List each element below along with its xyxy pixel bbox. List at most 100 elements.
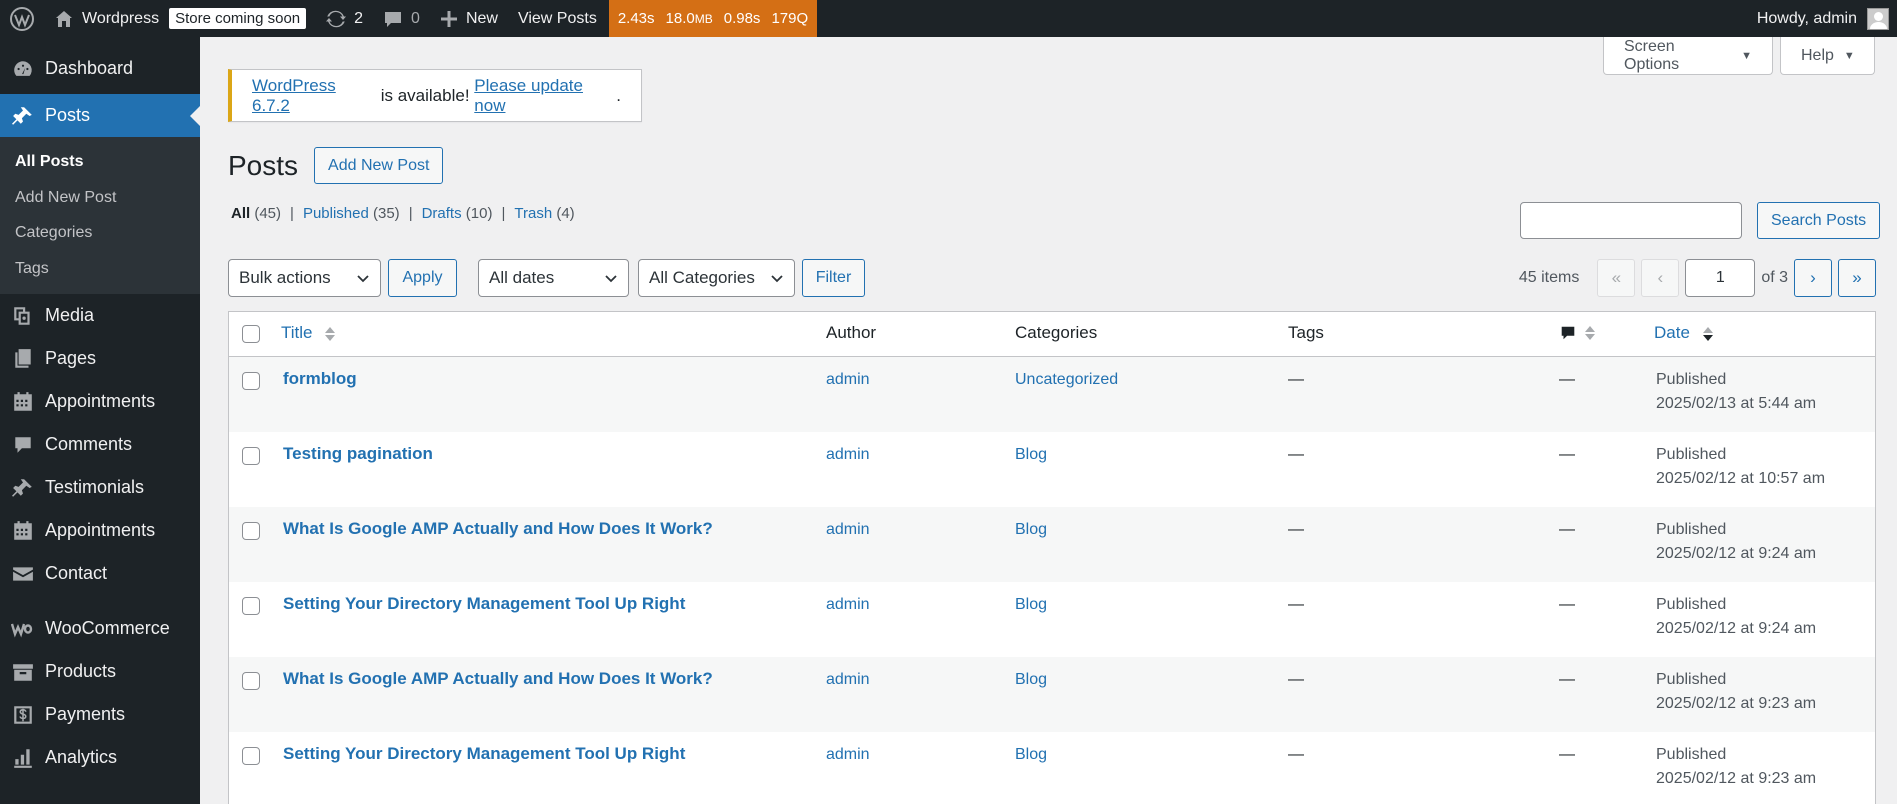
chevron-down-icon [357,275,369,283]
date-cell: Published 2025/02/12 at 9:24 am [1656,596,1817,637]
category-link[interactable]: Blog [1015,596,1047,614]
author-link[interactable]: admin [826,446,870,464]
wordpress-logo-icon[interactable] [0,0,44,37]
my-account[interactable]: Howdy, admin [1757,0,1897,37]
items-count: 45 items [1518,269,1580,286]
status-filters: All (45) | Published (35) | Drafts (10) … [231,205,575,222]
next-page-button[interactable]: › [1794,259,1832,297]
update-now-link[interactable]: Please update now [474,76,616,116]
menu-pages[interactable]: Pages [0,337,200,380]
author-link[interactable]: admin [826,596,870,614]
new-content-link[interactable]: New [430,0,508,37]
filter-drafts[interactable]: Drafts [422,205,462,222]
category-link[interactable]: Uncategorized [1015,371,1118,389]
filter-button[interactable]: Filter [802,259,865,297]
filter-trash[interactable]: Trash [514,205,552,222]
calendar-icon [10,518,35,543]
filter-all[interactable]: All [231,205,250,222]
bulk-actions-value: Bulk actions [239,268,331,287]
store-coming-soon-badge[interactable]: Store coming soon [169,8,307,29]
column-comments[interactable] [1559,324,1595,342]
screen-options-button[interactable]: Screen Options ▼ [1603,37,1773,75]
row-checkbox[interactable] [242,447,260,465]
current-page-input[interactable]: 1 [1685,259,1756,297]
post-title-link[interactable]: Testing pagination [283,444,433,464]
caret-down-icon: ▼ [1843,49,1855,62]
category-link[interactable]: Blog [1015,521,1047,539]
author-link[interactable]: admin [826,671,870,689]
site-name: Wordpress [82,9,160,27]
table-row: Testing pagination admin Blog — — Publis… [229,432,1875,507]
row-checkbox[interactable] [242,747,260,765]
column-date[interactable]: Date [1654,323,1713,343]
site-name-link[interactable]: Wordpress Store coming soon [44,0,316,37]
menu-products[interactable]: Products [0,650,200,693]
search-input[interactable] [1520,202,1742,239]
category-link[interactable]: Blog [1015,746,1047,764]
submenu-categories[interactable]: Categories [0,215,200,251]
row-checkbox[interactable] [242,597,260,615]
filter-published-count: (35) [373,205,400,222]
row-checkbox[interactable] [242,672,260,690]
menu-label: Appointments [45,391,156,411]
version-link[interactable]: WordPress 6.7.2 [252,76,376,116]
comments-link[interactable]: 0 [373,0,430,37]
comments-value: — [1559,521,1575,538]
filter-all-count: (45) [254,205,282,222]
sort-icon [325,326,336,341]
comment-icon [383,9,403,29]
author-link[interactable]: admin [826,521,870,539]
post-title-link[interactable]: What Is Google AMP Actually and How Does… [283,669,713,689]
select-all-checkbox[interactable] [242,325,260,343]
main-content: Screen Options ▼ Help ▼ WordPress 6.7.2 … [200,37,1897,804]
perf-time: 2.43s [617,10,655,27]
avatar [1867,7,1889,30]
menu-label: Appointments [45,520,156,540]
post-title-link[interactable]: Setting Your Directory Management Tool U… [283,594,685,614]
updates-link[interactable]: 2 [316,0,373,37]
categories-value: All Categories [649,268,755,287]
menu-comments[interactable]: Comments [0,423,200,466]
categories-select[interactable]: All Categories [638,259,795,297]
tags-value: — [1288,671,1304,688]
menu-contact[interactable]: Contact [0,552,200,595]
apply-button[interactable]: Apply [388,259,457,297]
column-title[interactable]: Title [281,323,336,343]
calendar-icon [10,389,35,414]
menu-testimonials[interactable]: Testimonials [0,466,200,509]
menu-woocommerce[interactable]: WooCommerce [0,607,200,650]
date-cell: Published 2025/02/12 at 9:23 am [1656,746,1817,787]
help-button[interactable]: Help ▼ [1780,37,1875,75]
author-link[interactable]: admin [826,371,870,389]
post-title-link[interactable]: Setting Your Directory Management Tool U… [283,744,685,764]
query-monitor-stats[interactable]: 2.43s 18.0MB 0.98s 179Q [608,0,818,37]
menu-payments[interactable]: Payments [0,693,200,736]
row-checkbox[interactable] [242,522,260,540]
filter-published[interactable]: Published [303,205,369,222]
post-title-link[interactable]: What Is Google AMP Actually and How Does… [283,519,713,539]
last-page-button[interactable]: » [1838,259,1876,297]
category-link[interactable]: Blog [1015,446,1047,464]
row-checkbox[interactable] [242,372,260,390]
menu-analytics[interactable]: Analytics [0,736,200,779]
search-posts-button[interactable]: Search Posts [1757,202,1881,239]
table-row: Setting Your Directory Management Tool U… [229,582,1875,657]
submenu-tags[interactable]: Tags [0,251,200,287]
submenu-add-new-post[interactable]: Add New Post [0,180,200,216]
chevron-down-icon [771,275,783,283]
menu-dashboard[interactable]: Dashboard [0,47,200,90]
add-new-post-button[interactable]: Add New Post [314,147,444,184]
menu-appointments-2[interactable]: Appointments [0,509,200,552]
author-link[interactable]: admin [826,746,870,764]
category-link[interactable]: Blog [1015,671,1047,689]
view-posts-link[interactable]: View Posts [508,0,607,37]
menu-posts[interactable]: Posts [0,94,200,137]
post-title-link[interactable]: formblog [283,369,357,389]
menu-media[interactable]: Media [0,294,200,337]
menu-appointments[interactable]: Appointments [0,380,200,423]
bulk-actions-select[interactable]: Bulk actions [228,259,381,297]
submenu-all-posts[interactable]: All Posts [0,144,200,180]
bar-chart-icon [10,745,35,770]
dates-select[interactable]: All dates [478,259,629,297]
dollar-icon [10,702,35,727]
